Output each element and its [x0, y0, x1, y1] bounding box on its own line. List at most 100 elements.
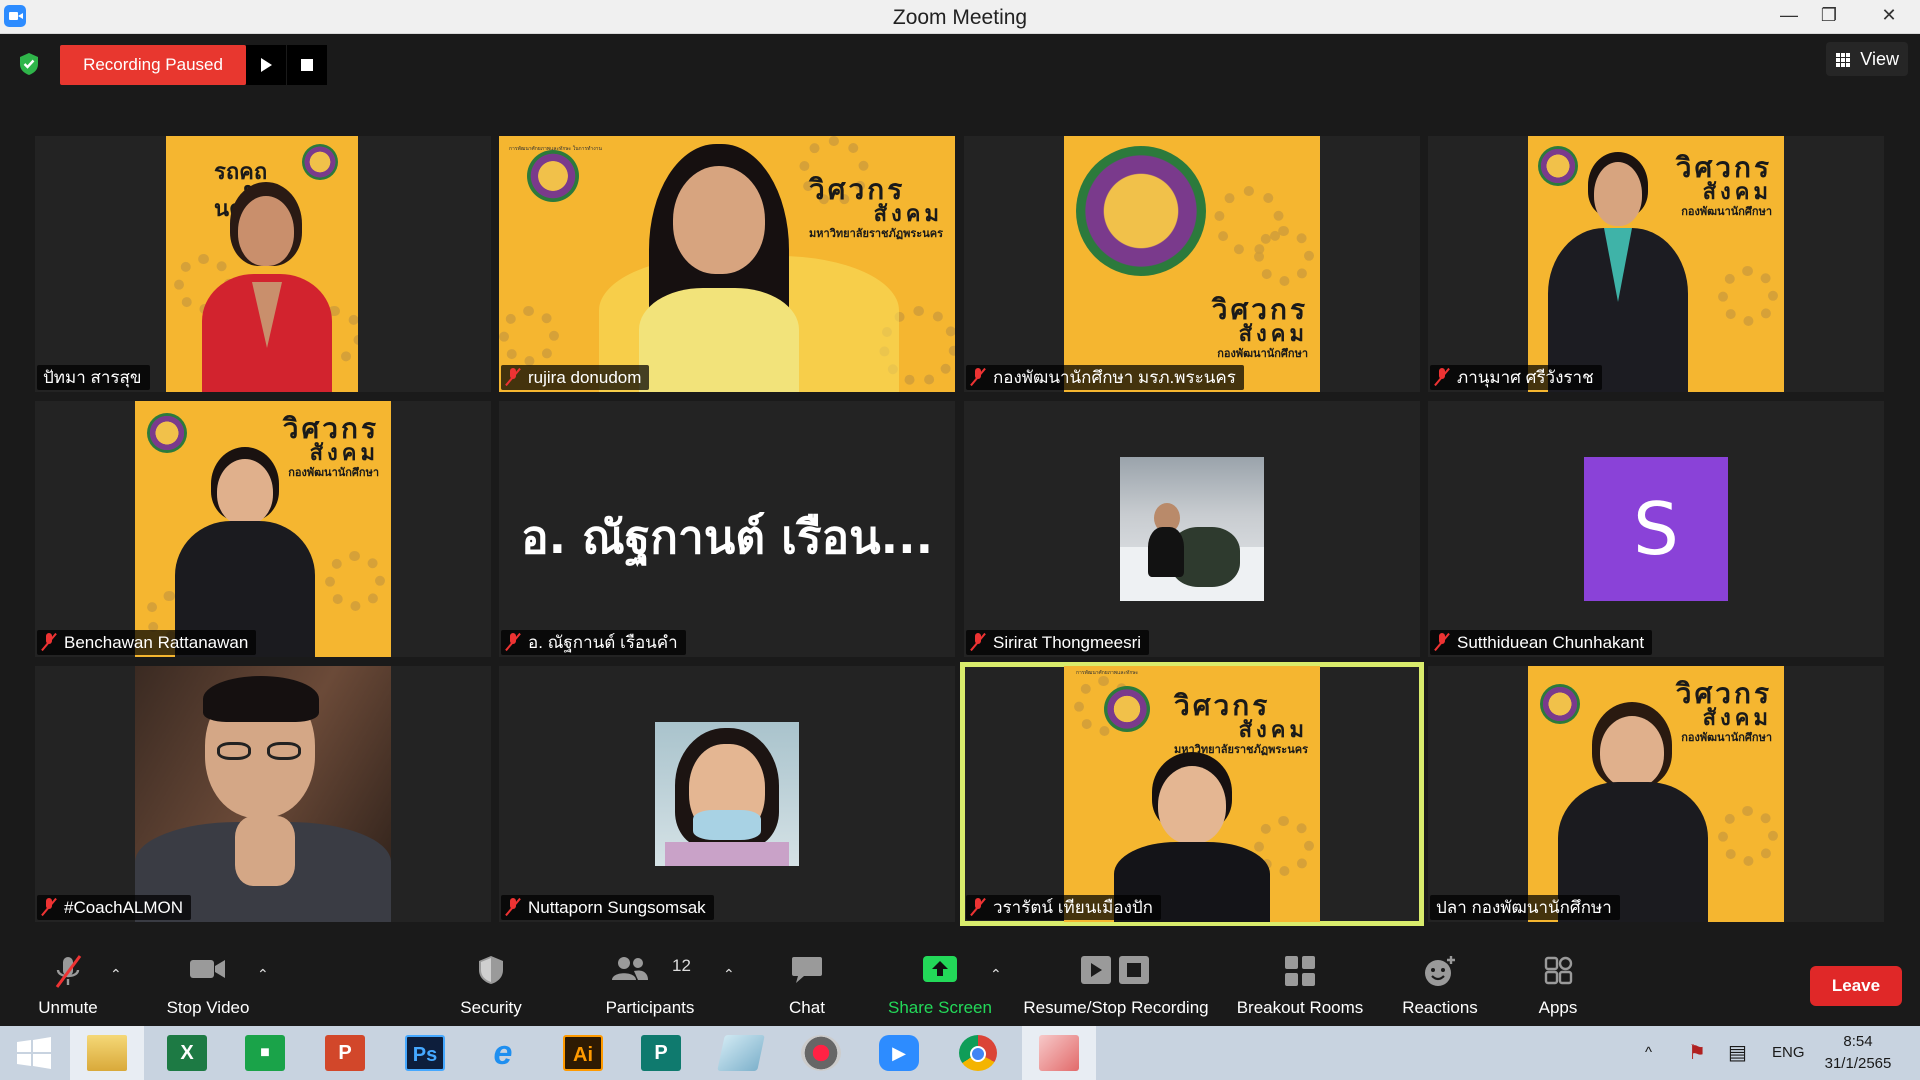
breakout-rooms-button[interactable]: Breakout Rooms	[1230, 946, 1370, 1022]
participant-video: วิศวกร สังคม กองพัฒนานักศึกษา	[1528, 136, 1784, 392]
participant-name: Sirirat Thongmeesri	[966, 630, 1150, 655]
network-icon[interactable]: ▤	[1728, 1026, 1747, 1080]
video-tile[interactable]: S Sutthiduean Chunhakant	[1428, 401, 1884, 657]
system-clock[interactable]: 8:54 31/1/2565	[1808, 1031, 1908, 1075]
chat-button[interactable]: Chat	[772, 946, 842, 1022]
apps-icon	[1544, 956, 1573, 985]
share-screen-icon	[923, 956, 957, 982]
stop-video-button[interactable]: Stop Video	[158, 946, 258, 1022]
title-bar: Zoom Meeting — ❐ ✕	[0, 0, 1920, 34]
video-tile[interactable]: วิศวกร สังคม กองพัฒนานักศึกษา Benchawan …	[35, 401, 491, 657]
photoshop-icon: Ps	[405, 1035, 445, 1071]
taskbar-file-explorer[interactable]	[70, 1026, 144, 1080]
taskbar-illustrator[interactable]: Ai	[546, 1026, 620, 1080]
participants-options-chevron-icon[interactable]: ⌃	[723, 966, 735, 983]
participant-video: วิศวกร สังคม กองพัฒนานักศึกษา	[135, 401, 391, 657]
close-button[interactable]: ✕	[1858, 0, 1920, 30]
video-tile[interactable]: วิศวกร สังคม กองพัฒนานักศึกษา กองพัฒนานั…	[964, 136, 1420, 392]
participant-name: กองพัฒนานักศึกษา มรภ.พระนคร	[966, 365, 1244, 390]
reactions-smiley-icon	[1425, 956, 1455, 986]
taskbar-photoscape[interactable]	[784, 1026, 858, 1080]
participant-video: การพัฒนาศักยภาพและทักษะ ในการทำงาน วิศวก…	[499, 136, 955, 392]
zoom-icon: ▶	[879, 1035, 919, 1071]
video-tile[interactable]: Sirirat Thongmeesri	[964, 401, 1420, 657]
muted-mic-icon	[43, 633, 55, 651]
participant-name: rujira donudom	[501, 365, 650, 390]
illustrator-icon: Ai	[563, 1035, 603, 1071]
tray-overflow-chevron-icon[interactable]: ^	[1645, 1026, 1652, 1080]
publisher-icon: P	[641, 1035, 681, 1071]
taskbar-photoshop[interactable]: Ps	[388, 1026, 462, 1080]
video-tile-active-speaker[interactable]: การพัฒนาศักยภาพและทักษะ วิศวกร สังคม มหา…	[960, 662, 1424, 926]
grid-view-icon	[1836, 53, 1850, 67]
paint-icon	[1039, 1035, 1079, 1071]
excel-icon: X	[167, 1035, 207, 1071]
taskbar-internet-explorer[interactable]: e	[466, 1026, 540, 1080]
encryption-shield-icon[interactable]	[18, 52, 40, 76]
participant-name: ภานุมาศ ศรีวังราช	[1430, 365, 1602, 390]
participants-button[interactable]: 12 Participants	[596, 946, 704, 1022]
participant-display-name: อ. ณัฐกานต์ เรือน...	[520, 510, 934, 564]
taskbar-zoom[interactable]: ▶	[862, 1026, 936, 1080]
muted-mic-icon	[507, 898, 519, 916]
share-screen-button[interactable]: Share Screen	[880, 946, 1000, 1022]
muted-mic-icon	[1436, 368, 1448, 386]
video-tile[interactable]: อ. ณัฐกานต์ เรือน... อ. ณัฐกานต์ เรือนคำ	[499, 401, 955, 657]
maximize-button[interactable]: ❐	[1806, 0, 1852, 30]
taskbar-notes[interactable]	[704, 1026, 778, 1080]
leave-button[interactable]: Leave	[1810, 966, 1902, 1006]
taskbar-chrome[interactable]	[942, 1026, 1016, 1080]
resume-recording-button[interactable]	[246, 45, 286, 85]
action-center-flag-icon[interactable]: ⚑	[1688, 1026, 1706, 1080]
video-tile[interactable]: #CoachALMON	[35, 666, 491, 922]
reactions-button[interactable]: Reactions	[1392, 946, 1488, 1022]
clock-date: 31/1/2565	[1824, 1055, 1892, 1072]
muted-mic-icon	[972, 898, 984, 916]
apps-button[interactable]: Apps	[1520, 946, 1596, 1022]
participant-video: วิศวกร สังคม กองพัฒนานักศึกษา	[1528, 666, 1784, 922]
muted-mic-icon	[972, 633, 984, 651]
participant-name: Benchawan Rattanawan	[37, 630, 257, 655]
clock-time: 8:54	[1843, 1033, 1873, 1050]
photoscape-icon	[801, 1035, 841, 1071]
file-explorer-icon	[87, 1035, 127, 1071]
internet-explorer-icon: e	[493, 1034, 513, 1072]
video-tile[interactable]: รถคถนคชั ปัทมา สารสุข	[35, 136, 491, 392]
windows-taskbar: X ■ P Ps e Ai P ▶ ^ ⚑ ▤ ENG 8:54 31/1/25…	[0, 1026, 1920, 1080]
security-button[interactable]: Security	[446, 946, 536, 1022]
input-language[interactable]: ENG	[1772, 1026, 1805, 1080]
video-options-chevron-icon[interactable]: ⌃	[257, 966, 269, 983]
video-tile[interactable]: Nuttaporn Sungsomsak	[499, 666, 955, 922]
profile-photo	[655, 722, 799, 866]
taskbar-paint[interactable]	[1022, 1026, 1096, 1080]
store-icon: ■	[245, 1035, 285, 1071]
resume-stop-recording-button[interactable]: Resume/Stop Recording	[1018, 946, 1214, 1022]
breakout-rooms-icon	[1285, 956, 1315, 986]
participant-video: วิศวกร สังคม กองพัฒนานักศึกษา	[1064, 136, 1320, 392]
stop-recording-button[interactable]	[287, 45, 327, 85]
recording-controls-icon	[1081, 956, 1149, 984]
participant-count: 12	[672, 956, 691, 975]
chrome-icon	[959, 1035, 997, 1071]
windows-logo-icon	[17, 1037, 51, 1069]
taskbar-excel[interactable]: X	[150, 1026, 224, 1080]
view-label: View	[1860, 49, 1899, 69]
participant-name: อ. ณัฐกานต์ เรือนคำ	[501, 630, 686, 655]
video-tile[interactable]: วิศวกร สังคม กองพัฒนานักศึกษา ภานุมาศ ศร…	[1428, 136, 1884, 392]
video-camera-icon	[190, 960, 225, 978]
unmute-button[interactable]: Unmute	[22, 946, 114, 1022]
taskbar-powerpoint[interactable]: P	[308, 1026, 382, 1080]
audio-options-chevron-icon[interactable]: ⌃	[110, 966, 122, 983]
security-shield-icon	[479, 956, 503, 984]
video-tile[interactable]: วิศวกร สังคม กองพัฒนานักศึกษา ปลา กองพัฒ…	[1428, 666, 1884, 922]
start-button[interactable]	[0, 1026, 74, 1080]
profile-photo	[1120, 457, 1264, 601]
muted-mic-icon	[55, 955, 82, 988]
taskbar-publisher[interactable]: P	[624, 1026, 698, 1080]
video-tile[interactable]: การพัฒนาศักยภาพและทักษะ ในการทำงาน วิศวก…	[499, 136, 955, 392]
taskbar-store[interactable]: ■	[228, 1026, 302, 1080]
notes-icon	[717, 1035, 765, 1071]
participant-video: การพัฒนาศักยภาพและทักษะ วิศวกร สังคม มหา…	[1064, 666, 1320, 922]
view-button[interactable]: View	[1826, 42, 1908, 76]
share-options-chevron-icon[interactable]: ⌃	[990, 966, 1002, 983]
